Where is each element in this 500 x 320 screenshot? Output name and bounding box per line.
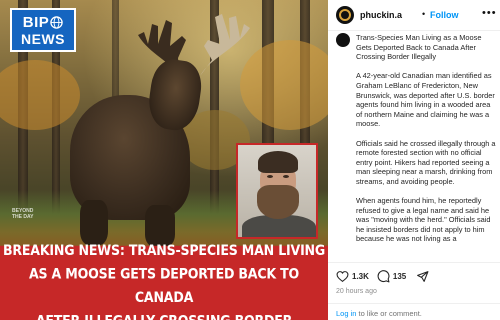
mugshot-hair [258, 151, 298, 173]
logo-text-top: BIP [22, 13, 50, 31]
divider [328, 30, 500, 31]
more-dots-icon[interactable]: ••• [482, 7, 497, 19]
moose-antlers [138, 14, 250, 78]
username-link[interactable]: phuckin.a [360, 10, 402, 20]
login-prompt: Log in to like or comment. [336, 309, 422, 318]
separator-dot: • [422, 9, 426, 19]
banner-line: AS A MOOSE GETS DEPORTED BACK TO CANADA [28, 264, 300, 306]
mugshot-eye [283, 175, 289, 178]
banner-line: AFTER ILLEGALLY CROSSING BORDER [36, 309, 293, 320]
caption-paragraph: Officials said he crossed illegally thro… [356, 138, 496, 186]
image-watermark: BEYOND THE DAY [12, 208, 34, 220]
caption-avatar[interactable] [336, 33, 350, 47]
bip-news-logo: BIP NEWS [10, 8, 76, 52]
mugshot-beard [257, 185, 299, 219]
caption-paragraph: Trans-Species Man Living as a Moose Gets… [356, 33, 482, 62]
breaking-news-banner: BREAKING NEWS: TRANS-SPECIES MAN LIVING … [0, 241, 328, 320]
login-link[interactable]: Log in [336, 309, 356, 318]
login-suffix: to like or comment. [356, 309, 422, 318]
post-sidebar: phuckin.a • Follow ••• Trans-Species Man… [328, 0, 500, 320]
comment-icon [377, 269, 390, 282]
divider [328, 262, 500, 263]
banner-line: BREAKING NEWS: TRANS-SPECIES MAN LIVING [2, 241, 326, 259]
like-count: 1.3K [352, 271, 369, 281]
follow-button[interactable]: Follow [430, 10, 459, 20]
share-icon [417, 270, 429, 282]
like-button[interactable]: 1.3K [336, 270, 369, 283]
post-header: phuckin.a • Follow ••• [328, 0, 500, 30]
post-timestamp: 20 hours ago [336, 288, 377, 295]
comment-button[interactable]: 135 [377, 269, 407, 283]
globe-icon [50, 15, 63, 29]
post-actions: 1.3K 135 [336, 268, 500, 284]
logo-text-bottom: NEWS [21, 30, 65, 47]
comment-count: 135 [392, 271, 407, 281]
post-caption: Trans-Species Man Living as a Moose Gets… [356, 33, 496, 255]
caption-paragraph: A 42-year-old Canadian man identified as… [356, 71, 495, 129]
avatar[interactable] [336, 6, 354, 24]
inset-mugshot-photo [236, 143, 318, 239]
caption-paragraph: When agents found him, he reportedly ref… [356, 196, 491, 244]
divider [328, 303, 500, 304]
post-image[interactable]: BIP NEWS BEYOND THE DAY BREAKING NEWS: T… [0, 0, 328, 320]
heart-icon [336, 270, 349, 282]
autumn-foliage [0, 60, 80, 130]
share-button[interactable] [416, 270, 429, 283]
mugshot-eye [267, 175, 273, 178]
